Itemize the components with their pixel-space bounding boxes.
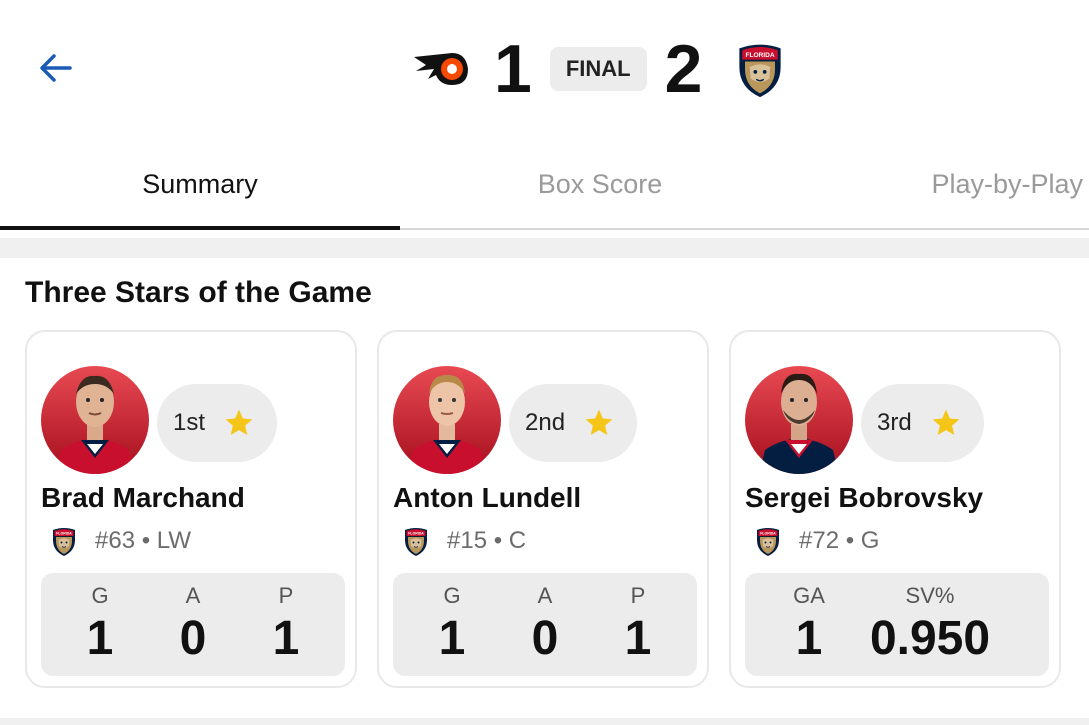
player-stats: G 1 A 0 P 1 — [393, 573, 697, 676]
stat-goals: G 1 — [405, 573, 499, 676]
star-rank-label: 3rd — [877, 409, 912, 436]
stat-value: 1 — [86, 612, 114, 665]
stat-label: P — [630, 583, 646, 608]
panthers-logo-icon[interactable] — [730, 39, 790, 99]
stat-label: SV% — [905, 583, 955, 608]
stat-label: A — [537, 583, 553, 608]
tab-box-score[interactable]: Box Score — [400, 140, 800, 228]
player-meta: #63 • LW — [49, 524, 191, 558]
star-card-2[interactable]: 2nd Anton Lundell #15 • C G 1 A 0 P 1 — [377, 330, 709, 688]
stat-label: GA — [793, 583, 825, 608]
star-rank-badge: 1st — [157, 384, 278, 462]
player-meta: #72 • G — [753, 524, 879, 558]
player-meta: #15 • C — [401, 524, 526, 558]
game-header: 1 FINAL 2 — [0, 0, 1089, 140]
stat-points: P 1 — [591, 573, 685, 676]
arrow-left-icon — [40, 54, 72, 82]
stat-value: 1 — [624, 612, 652, 665]
flyers-logo-icon[interactable] — [412, 39, 472, 99]
star-icon — [225, 409, 253, 435]
stat-label: P — [278, 583, 294, 608]
stat-value: 1 — [272, 612, 300, 665]
stat-points: P 1 — [239, 573, 333, 676]
player-name: Anton Lundell — [393, 482, 582, 513]
stat-assists: A 0 — [498, 573, 592, 676]
game-status-badge: FINAL — [549, 47, 647, 91]
home-score: 1 — [494, 31, 532, 107]
section-divider — [0, 238, 1089, 258]
panthers-logo-icon — [49, 525, 79, 557]
player-number-position: #15 • C — [447, 527, 527, 554]
back-button[interactable] — [34, 48, 78, 88]
star-card-3[interactable]: 3rd Sergei Bobrovsky #72 • G GA 1 SV% 0.… — [729, 330, 1061, 688]
stat-label: G — [443, 583, 461, 608]
scoreboard: 1 FINAL 2 — [412, 31, 790, 107]
tab-play-by-play[interactable]: Play-by-Play — [800, 140, 1089, 228]
panthers-logo-icon — [401, 525, 431, 557]
star-rank-badge: 2nd — [509, 384, 638, 462]
player-avatar — [41, 366, 149, 474]
section-divider — [0, 718, 1089, 725]
stat-goals-against: GA 1 — [759, 573, 859, 676]
player-stats: G 1 A 0 P 1 — [41, 573, 345, 676]
player-stats: GA 1 SV% 0.950 — [745, 573, 1049, 676]
player-number-position: #63 • LW — [95, 527, 191, 554]
stat-goals: G 1 — [53, 573, 147, 676]
stat-value: 0 — [179, 612, 207, 665]
tab-summary[interactable]: Summary — [0, 140, 400, 228]
stat-label: A — [185, 583, 201, 608]
stat-value: 1 — [795, 612, 823, 665]
star-rank-label: 1st — [173, 409, 206, 436]
star-card-1[interactable]: 1st Brad Marchand #63 • LW G 1 A 0 P 1 — [25, 330, 357, 688]
stat-value: 0.950 — [869, 612, 991, 665]
player-name: Brad Marchand — [41, 482, 245, 513]
active-tab-indicator — [0, 226, 400, 230]
stat-save-percentage: SV% 0.950 — [855, 573, 1005, 676]
away-score: 2 — [664, 31, 703, 107]
tab-bar: Summary Box Score Play-by-Play — [0, 140, 1089, 230]
stat-label: G — [91, 583, 109, 608]
stat-value: 0 — [531, 612, 559, 665]
star-rank-badge: 3rd — [861, 384, 984, 462]
player-number-position: #72 • G — [799, 527, 880, 554]
section-title: Three Stars of the Game — [25, 276, 372, 309]
player-name: Sergei Bobrovsky — [745, 482, 984, 513]
panthers-logo-icon — [753, 525, 783, 557]
player-avatar — [393, 366, 501, 474]
player-avatar — [745, 366, 853, 474]
star-rank-label: 2nd — [525, 409, 566, 436]
star-icon — [585, 409, 613, 435]
stat-value: 1 — [438, 612, 466, 665]
stat-assists: A 0 — [146, 573, 240, 676]
star-icon — [932, 409, 960, 435]
